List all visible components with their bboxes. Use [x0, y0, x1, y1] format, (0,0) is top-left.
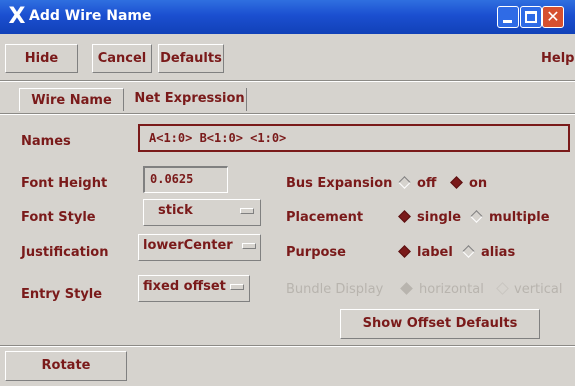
- purpose-label-option[interactable]: label: [417, 245, 453, 260]
- maximize-icon: [525, 11, 537, 23]
- minimize-icon: [503, 20, 512, 23]
- bus-expansion-on-radio[interactable]: [450, 176, 463, 189]
- tab-rule: [0, 113, 575, 115]
- cancel-button[interactable]: Cancel: [92, 44, 152, 73]
- window-title: Add Wire Name: [29, 8, 152, 24]
- font-height-input[interactable]: 0.0625: [143, 166, 228, 193]
- justification-dropdown[interactable]: lowerCenter: [138, 234, 261, 261]
- bundle-display-horizontal-radio: [400, 282, 413, 295]
- dropdown-indicator-icon: [242, 243, 256, 249]
- bundle-display-horizontal-label: horizontal: [419, 282, 484, 297]
- entry-style-dropdown[interactable]: fixed offset: [138, 275, 250, 302]
- entry-style-value: fixed offset: [143, 279, 226, 294]
- names-label: Names: [21, 134, 71, 149]
- close-icon: ✕: [546, 7, 560, 26]
- title-bar[interactable]: X Add Wire Name ✕: [0, 0, 575, 34]
- entry-style-label: Entry Style: [21, 287, 103, 302]
- font-style-value: stick: [158, 203, 193, 218]
- font-height-label: Font Height: [21, 176, 108, 191]
- defaults-button[interactable]: Defaults: [158, 44, 224, 73]
- x-window-icon: X: [8, 4, 26, 29]
- bundle-display-label: Bundle Display: [286, 282, 384, 297]
- add-wire-name-dialog: X Add Wire Name ✕ Hide Cancel Defaults H…: [0, 0, 575, 386]
- names-input[interactable]: A<1:0> B<1:0> <1:0>: [138, 124, 570, 152]
- justification-value: lowerCenter: [143, 238, 233, 253]
- bus-expansion-off-radio[interactable]: [398, 176, 411, 189]
- purpose-alias-radio[interactable]: [462, 245, 475, 258]
- bundle-display-vertical-radio: [496, 282, 509, 295]
- bus-expansion-label: Bus Expansion: [286, 176, 393, 191]
- toolbar-divider: [0, 80, 575, 82]
- bundle-display-vertical-label: vertical: [514, 282, 563, 297]
- placement-multiple-label[interactable]: multiple: [489, 210, 550, 225]
- dropdown-indicator-icon: [230, 284, 244, 290]
- show-offset-defaults-button[interactable]: Show Offset Defaults: [340, 309, 540, 339]
- purpose-label-radio[interactable]: [398, 245, 411, 258]
- placement-single-label[interactable]: single: [417, 210, 461, 225]
- purpose-label: Purpose: [286, 245, 346, 260]
- help-button[interactable]: Help: [541, 51, 574, 66]
- tab-net-expression[interactable]: Net Expression: [133, 88, 247, 111]
- hide-button[interactable]: Hide: [5, 44, 78, 73]
- font-style-dropdown[interactable]: stick: [143, 199, 261, 226]
- footer-divider: [0, 345, 575, 347]
- placement-label: Placement: [286, 210, 364, 225]
- tab-wire-name[interactable]: Wire Name: [19, 88, 124, 111]
- dropdown-indicator-icon: [240, 208, 254, 214]
- maximize-button[interactable]: [520, 6, 542, 28]
- bus-expansion-off-label[interactable]: off: [417, 176, 436, 191]
- purpose-alias-option[interactable]: alias: [481, 245, 515, 260]
- justification-label: Justification: [21, 245, 109, 260]
- font-style-label: Font Style: [21, 210, 96, 225]
- placement-single-radio[interactable]: [398, 210, 411, 223]
- rotate-button[interactable]: Rotate: [5, 351, 127, 381]
- close-button[interactable]: ✕: [542, 6, 564, 28]
- minimize-button[interactable]: [497, 6, 519, 28]
- placement-multiple-radio[interactable]: [470, 210, 483, 223]
- bus-expansion-on-label[interactable]: on: [469, 176, 487, 191]
